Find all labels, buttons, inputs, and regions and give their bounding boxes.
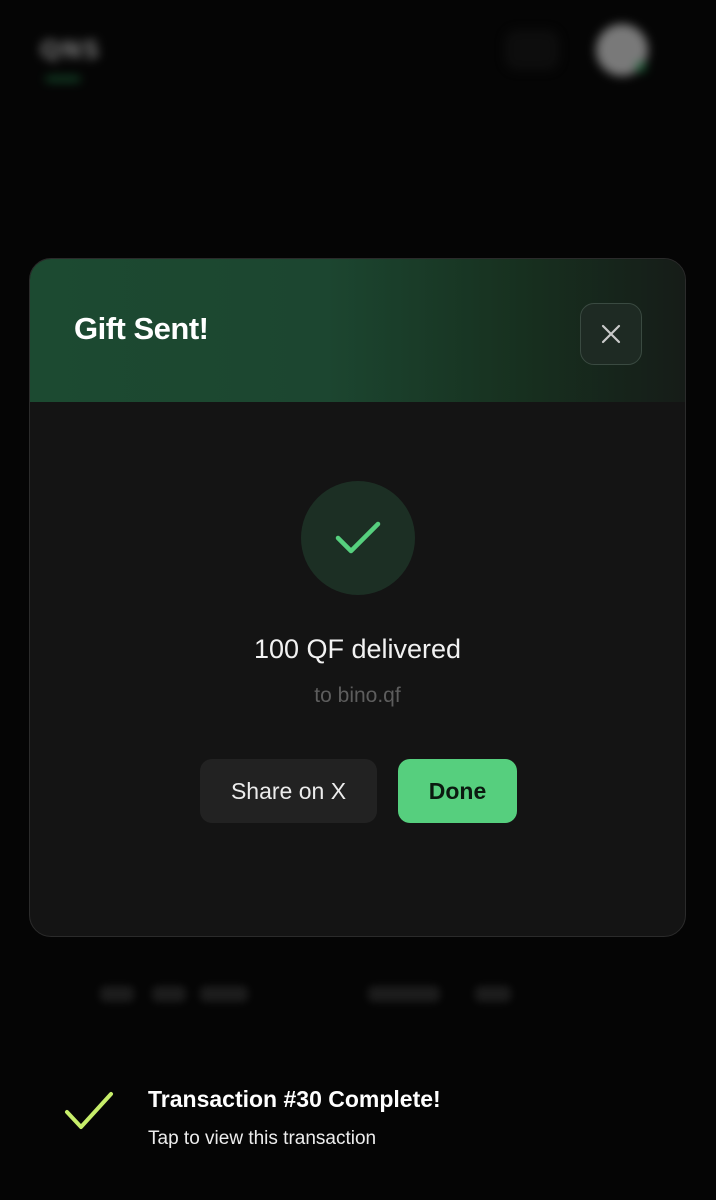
background-list-row <box>60 968 660 1024</box>
share-on-x-button[interactable]: Share on X <box>200 759 377 823</box>
app-screen: QNS Gift Sent! 100 QF delivered to bino.… <box>0 0 716 1200</box>
background-menu-button <box>505 30 559 70</box>
toast-title: Transaction #30 Complete! <box>148 1086 441 1112</box>
recipient-label: to bino.qf <box>314 684 401 707</box>
done-button[interactable]: Done <box>398 759 517 823</box>
online-status-dot <box>636 62 646 72</box>
app-logo-text: QNS <box>40 36 101 64</box>
delivered-amount: 100 QF delivered <box>253 634 462 664</box>
success-badge <box>301 481 415 595</box>
close-icon <box>601 324 621 344</box>
dialog-header: Gift Sent! <box>30 259 685 402</box>
gift-sent-dialog: Gift Sent! 100 QF delivered to bino.qf S… <box>29 258 686 937</box>
check-icon <box>65 1092 113 1129</box>
background-header: QNS <box>0 0 716 110</box>
toast-subtitle: Tap to view this transaction <box>148 1128 377 1149</box>
close-button[interactable] <box>580 303 642 365</box>
check-icon <box>335 521 381 554</box>
transaction-toast[interactable]: Transaction #30 Complete! Tap to view th… <box>0 1070 716 1170</box>
dialog-title: Gift Sent! <box>74 311 209 346</box>
app-logo: QNS <box>40 36 120 81</box>
